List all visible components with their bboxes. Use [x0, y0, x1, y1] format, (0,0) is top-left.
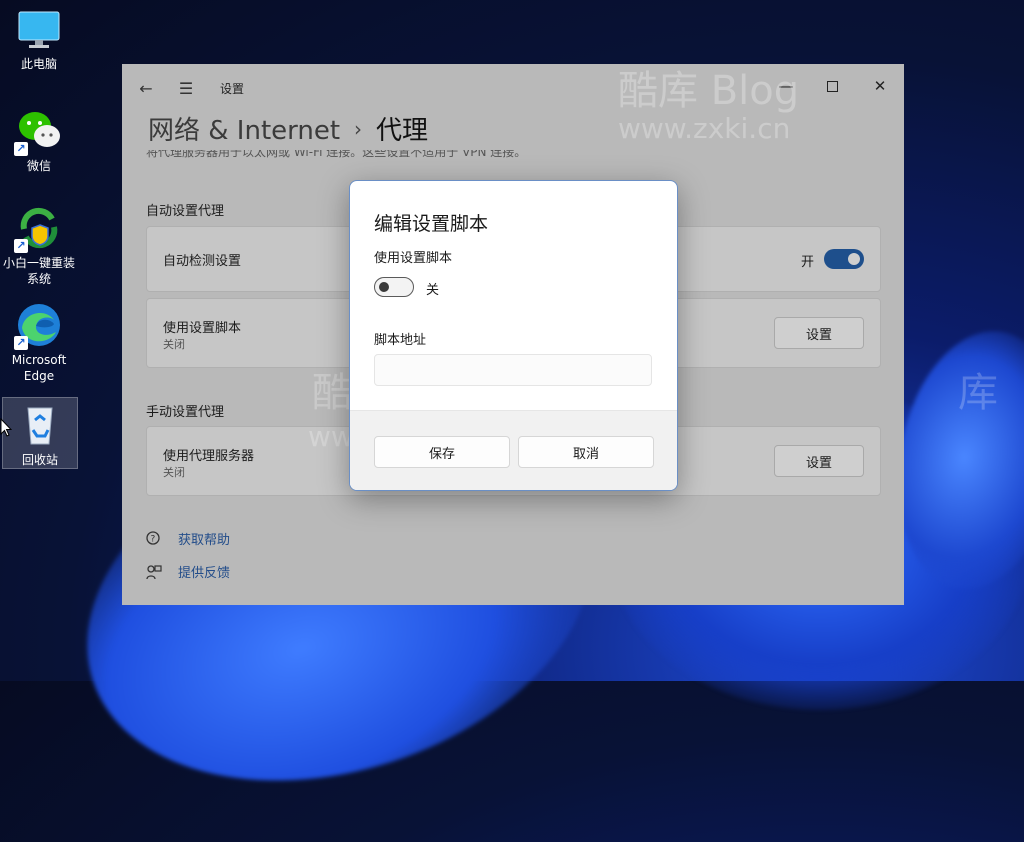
window-title: 设置 — [220, 82, 245, 96]
use-script-toggle[interactable] — [374, 277, 414, 297]
use-proxy-status: 关闭 — [163, 466, 185, 479]
close-button[interactable]: ✕ — [860, 70, 900, 102]
breadcrumb-parent[interactable]: 网络 & Internet — [148, 110, 340, 147]
page-title: 代理 — [376, 116, 429, 146]
reinstall-icon: ↗ — [14, 205, 62, 253]
auto-detect-label: 自动检测设置 — [163, 254, 242, 269]
cancel-button[interactable]: 取消 — [518, 436, 654, 468]
edit-script-dialog: 编辑设置脚本 使用设置脚本 关 脚本地址 保存 取消 — [349, 180, 678, 491]
breadcrumb-separator: › — [354, 116, 363, 141]
desktop-icon-label: Microsoft Edge — [11, 353, 67, 383]
use-script-label: 使用设置脚本 — [374, 251, 453, 266]
breadcrumb: 网络 & Internet › 代理 — [148, 110, 428, 147]
desktop-icon-edge[interactable]: ↗ Microsoft Edge — [2, 302, 76, 384]
maximize-icon — [826, 80, 838, 92]
auto-detect-state: 开 — [800, 255, 814, 270]
feedback-icon — [146, 564, 162, 580]
desktop-icon-wechat[interactable]: ↗ 微信 — [2, 108, 76, 174]
script-address-label: 脚本地址 — [374, 333, 427, 348]
desktop-icon-recycle-bin[interactable]: 回收站 — [2, 397, 78, 469]
shortcut-arrow-icon: ↗ — [14, 336, 28, 350]
maximize-button[interactable] — [812, 70, 852, 102]
use-script-toggle-state: 关 — [426, 283, 440, 298]
hamburger-menu-icon[interactable]: ☰ — [174, 76, 198, 100]
help-link[interactable]: 获取帮助 — [178, 529, 230, 548]
wechat-icon: ↗ — [14, 108, 62, 156]
use-script-settings-button[interactable]: 设置 — [774, 317, 864, 349]
help-link-row[interactable]: ? 获取帮助 — [146, 529, 230, 548]
title-bar: ← ☰ 设置 — ✕ — [122, 64, 904, 112]
desktop-icon-label: 小白一键重装系统 — [2, 256, 75, 286]
script-address-input[interactable] — [374, 354, 652, 386]
save-button[interactable]: 保存 — [374, 436, 510, 468]
svg-text:?: ? — [151, 534, 156, 544]
cursor-icon — [0, 418, 12, 437]
page-description: 将代理服务器用于以太网或 Wi-Fi 连接。这些设置不适用于 VPN 连接。 — [146, 150, 527, 159]
minimize-button[interactable]: — — [766, 70, 806, 102]
section-title-manual: 手动设置代理 — [146, 405, 225, 420]
dialog-footer: 保存 取消 — [350, 410, 677, 490]
desktop-icon-this-pc[interactable]: 此电脑 — [2, 6, 76, 72]
section-title-auto: 自动设置代理 — [146, 204, 225, 219]
shortcut-arrow-icon: ↗ — [14, 142, 28, 156]
toggle-knob — [379, 282, 389, 292]
shortcut-arrow-icon: ↗ — [14, 239, 28, 253]
monitor-icon — [16, 6, 62, 52]
use-proxy-label: 使用代理服务器 — [163, 449, 255, 464]
dialog-title: 编辑设置脚本 — [374, 213, 489, 235]
toggle-knob — [848, 253, 860, 265]
help-icon: ? — [146, 530, 162, 547]
feedback-link[interactable]: 提供反馈 — [178, 562, 230, 581]
edge-icon: ↗ — [14, 302, 62, 350]
use-script-status: 关闭 — [163, 338, 185, 351]
recycle-bin-icon — [17, 402, 63, 448]
auto-detect-toggle[interactable] — [824, 249, 864, 269]
use-proxy-settings-button[interactable]: 设置 — [774, 445, 864, 477]
desktop-icon-reinstall[interactable]: ↗ 小白一键重装系统 — [2, 205, 76, 287]
desktop-icon-label: 微信 — [26, 159, 51, 173]
feedback-link-row[interactable]: 提供反馈 — [146, 562, 230, 581]
desktop-icon-label: 回收站 — [21, 453, 58, 467]
desktop-icon-label: 此电脑 — [20, 57, 57, 71]
use-script-label: 使用设置脚本 — [163, 321, 242, 336]
back-arrow-icon[interactable]: ← — [134, 76, 158, 100]
